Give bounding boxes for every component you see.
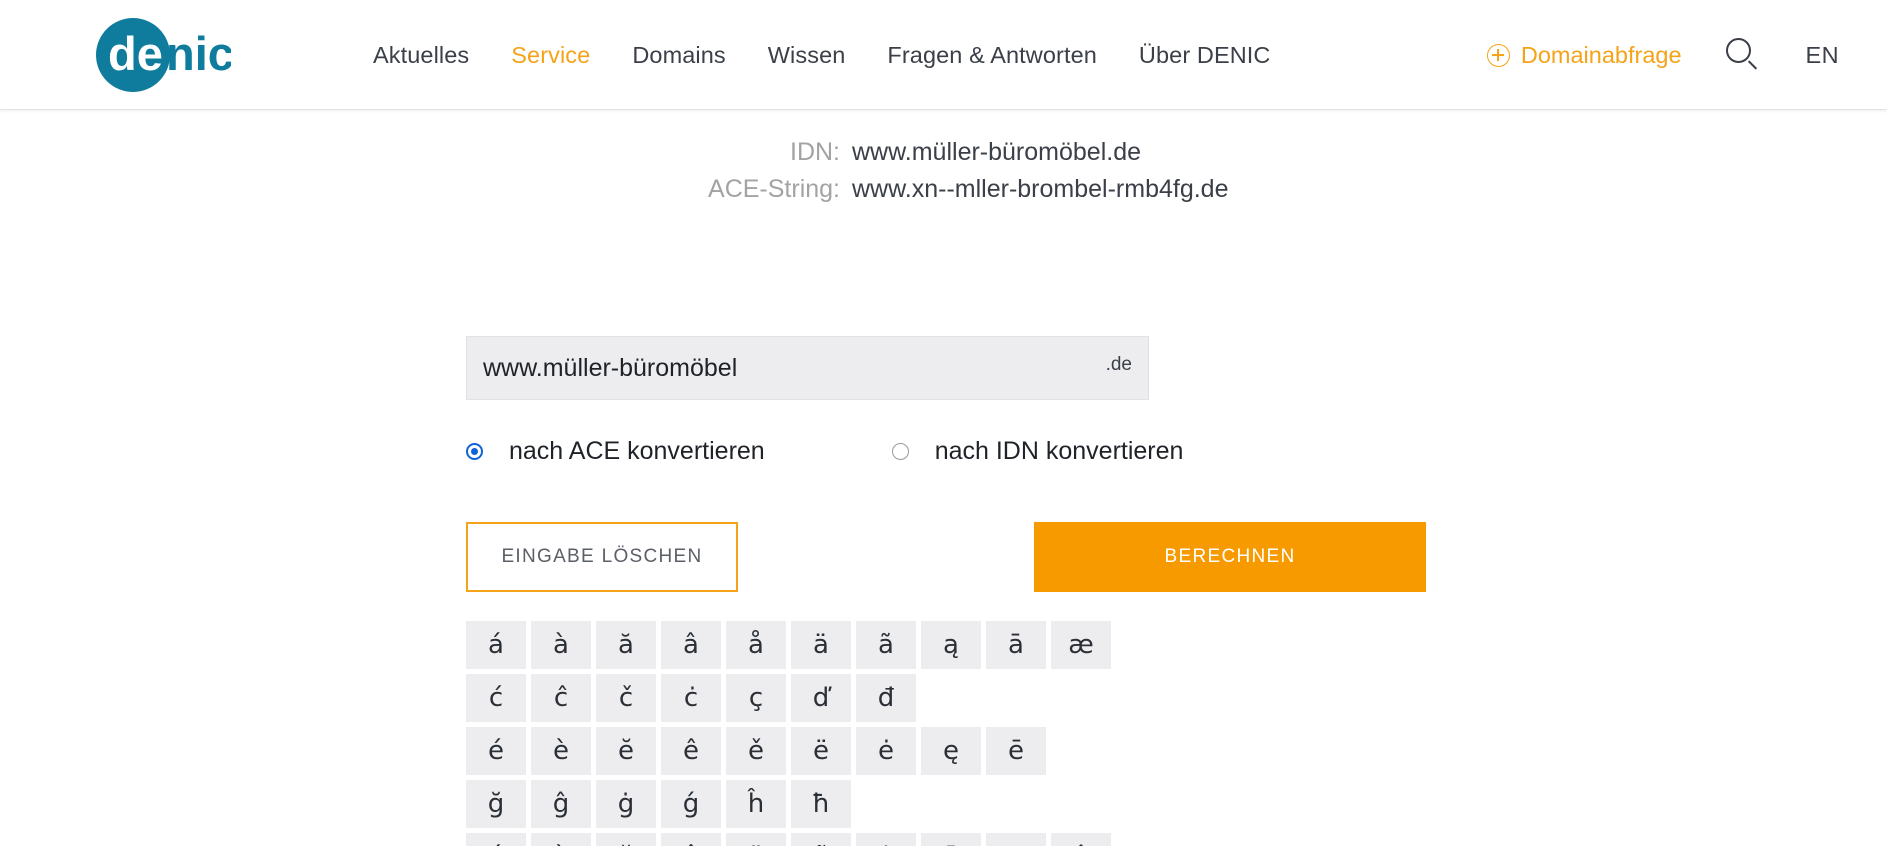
search-icon-ring: [1726, 38, 1751, 63]
domain-input[interactable]: [483, 354, 1100, 383]
char-cell[interactable]: å: [726, 621, 786, 669]
char-cell[interactable]: ĉ: [531, 674, 591, 722]
char-cell[interactable]: ą: [921, 621, 981, 669]
special-character-keyboard: áàăâåäãąāæ ćĉčċçďđ éèĕêěëėęē ğĝġǵĥħ íìĭîïĩįī…: [466, 621, 1166, 846]
char-cell[interactable]: á: [466, 621, 526, 669]
nav-item-aktuelles[interactable]: Aktuelles: [352, 42, 490, 69]
char-cell[interactable]: đ: [856, 674, 916, 722]
char-cell[interactable]: ħ: [791, 780, 851, 828]
char-cell[interactable]: ï: [726, 833, 786, 846]
idn-result-row: IDN: www.müller-büromöbel.de: [0, 138, 1300, 167]
search-icon-handle: [1747, 60, 1756, 69]
nav-item-domains[interactable]: Domains: [611, 42, 746, 69]
char-cell[interactable]: ǵ: [661, 780, 721, 828]
char-cell[interactable]: ĝ: [531, 780, 591, 828]
ace-label: ACE-String:: [0, 175, 840, 204]
char-row: ğĝġǵĥħ: [466, 780, 1166, 828]
char-cell[interactable]: ě: [726, 727, 786, 775]
char-cell[interactable]: à: [531, 621, 591, 669]
domain-query-label: Domainabfrage: [1521, 42, 1682, 69]
char-cell[interactable]: ċ: [661, 674, 721, 722]
char-cell[interactable]: ä: [791, 621, 851, 669]
radio-ace-label: nach ACE konvertieren: [509, 437, 765, 466]
ace-value: www.xn--mller-brombel-rmb4fg.de: [840, 175, 1228, 204]
char-cell[interactable]: ı: [986, 833, 1046, 846]
plus-circle-icon: [1487, 44, 1510, 67]
char-cell[interactable]: ĩ: [791, 833, 851, 846]
char-cell[interactable]: ē: [986, 727, 1046, 775]
char-cell[interactable]: é: [466, 727, 526, 775]
char-cell[interactable]: ď: [791, 674, 851, 722]
ace-result-row: ACE-String: www.xn--mller-brombel-rmb4fg…: [0, 175, 1300, 204]
char-cell[interactable]: ĵ: [1051, 833, 1111, 846]
char-cell[interactable]: ğ: [466, 780, 526, 828]
calculate-button[interactable]: BERECHNEN: [1034, 522, 1426, 592]
char-cell[interactable]: ĥ: [726, 780, 786, 828]
char-cell[interactable]: ė: [856, 727, 916, 775]
char-row: éèĕêěëėęē: [466, 727, 1166, 775]
radio-ace-indicator[interactable]: [466, 443, 483, 460]
char-cell[interactable]: į: [856, 833, 916, 846]
radio-idn-indicator[interactable]: [892, 443, 909, 460]
char-cell[interactable]: è: [531, 727, 591, 775]
nav-item-service[interactable]: Service: [490, 42, 611, 69]
char-cell[interactable]: ë: [791, 727, 851, 775]
clear-input-button[interactable]: EINGABE LÖSCHEN: [466, 522, 738, 592]
char-cell[interactable]: ā: [986, 621, 1046, 669]
char-cell[interactable]: ç: [726, 674, 786, 722]
svg-text:nic: nic: [166, 27, 231, 80]
radio-option-idn[interactable]: nach IDN konvertieren: [892, 437, 1184, 466]
char-cell[interactable]: ĕ: [596, 727, 656, 775]
radio-idn-label: nach IDN konvertieren: [935, 437, 1184, 466]
domain-input-wrapper[interactable]: .de: [466, 336, 1149, 400]
domain-input-suffix: .de: [1100, 354, 1132, 376]
char-cell[interactable]: î: [661, 833, 721, 846]
char-row: áàăâåäãąāæ: [466, 621, 1166, 669]
conversion-mode-radios: nach ACE konvertieren nach IDN konvertie…: [466, 437, 1183, 466]
char-cell[interactable]: č: [596, 674, 656, 722]
char-cell[interactable]: ĭ: [596, 833, 656, 846]
char-cell[interactable]: â: [661, 621, 721, 669]
idn-label: IDN:: [0, 138, 840, 167]
domain-query-link[interactable]: Domainabfrage: [1487, 42, 1682, 69]
search-icon[interactable]: [1726, 38, 1760, 72]
char-row: ćĉčċçďđ: [466, 674, 1166, 722]
char-cell[interactable]: ê: [661, 727, 721, 775]
conversion-result: IDN: www.müller-büromöbel.de ACE-String:…: [0, 138, 1300, 212]
char-cell[interactable]: ì: [531, 833, 591, 846]
idn-value: www.müller-büromöbel.de: [840, 138, 1141, 167]
char-cell[interactable]: ę: [921, 727, 981, 775]
site-header: de nic Aktuelles Service Domains Wissen …: [0, 0, 1887, 110]
denic-logo[interactable]: de nic: [96, 18, 231, 92]
main-content: IDN: www.müller-büromöbel.de ACE-String:…: [0, 110, 1887, 846]
nav-item-fragen-antworten[interactable]: Fragen & Antworten: [866, 42, 1118, 69]
header-actions: Domainabfrage EN: [1487, 0, 1887, 110]
nav-item-wissen[interactable]: Wissen: [747, 42, 867, 69]
char-cell[interactable]: ć: [466, 674, 526, 722]
language-switcher[interactable]: EN: [1806, 42, 1839, 69]
char-cell[interactable]: ã: [856, 621, 916, 669]
char-row: íìĭîïĩįīıĵ: [466, 833, 1166, 846]
svg-text:de: de: [108, 27, 163, 80]
char-cell[interactable]: ġ: [596, 780, 656, 828]
char-cell[interactable]: í: [466, 833, 526, 846]
main-navigation: Aktuelles Service Domains Wissen Fragen …: [352, 0, 1292, 110]
char-cell[interactable]: ă: [596, 621, 656, 669]
nav-item-ueber-denic[interactable]: Über DENIC: [1118, 42, 1292, 69]
radio-option-ace[interactable]: nach ACE konvertieren: [466, 437, 765, 466]
char-cell[interactable]: ī: [921, 833, 981, 846]
char-cell[interactable]: æ: [1051, 621, 1111, 669]
